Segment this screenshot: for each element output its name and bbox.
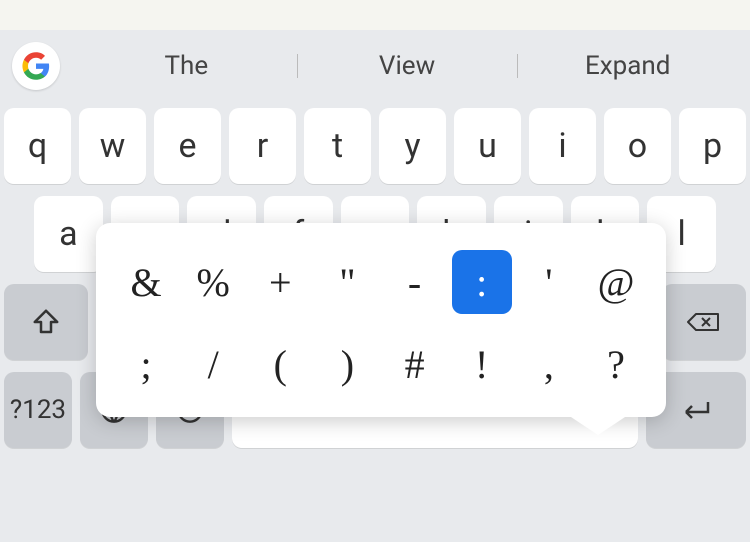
key-row-1: q w e r t y u i o p (4, 108, 746, 184)
popup-key-squote[interactable]: ' (519, 250, 579, 314)
suggestion-3[interactable]: Expand (517, 51, 738, 81)
key-u[interactable]: u (454, 108, 521, 184)
popup-key-semicolon[interactable]: ; (116, 332, 176, 396)
popup-key-question[interactable]: ? (586, 332, 646, 396)
popup-key-at[interactable]: @ (586, 250, 646, 314)
popup-key-dash[interactable]: - (385, 250, 445, 314)
key-e[interactable]: e (154, 108, 221, 184)
popup-key-bang[interactable]: ! (452, 332, 512, 396)
popup-key-comma[interactable]: , (519, 332, 579, 396)
suggestion-1[interactable]: The (76, 51, 297, 81)
popup-key-lparen[interactable]: ( (250, 332, 310, 396)
shift-icon (31, 307, 61, 337)
popup-key-dquote[interactable]: " (317, 250, 377, 314)
google-icon[interactable] (12, 42, 60, 90)
popup-row-2: ; / ( ) # ! , ? (116, 323, 646, 405)
popup-key-hash[interactable]: # (385, 332, 445, 396)
popup-row-1: & % + " - : ' @ (116, 241, 646, 323)
key-r[interactable]: r (229, 108, 296, 184)
key-i[interactable]: i (529, 108, 596, 184)
symbol-popup: & % + " - : ' @ ; / ( ) # ! , ? (96, 223, 666, 417)
popup-key-amp[interactable]: & (116, 250, 176, 314)
suggestion-2[interactable]: View (297, 51, 518, 81)
popup-key-slash[interactable]: / (183, 332, 243, 396)
key-w[interactable]: w (79, 108, 146, 184)
key-t[interactable]: t (304, 108, 371, 184)
key-p[interactable]: p (679, 108, 746, 184)
key-o[interactable]: o (604, 108, 671, 184)
popup-key-percent[interactable]: % (183, 250, 243, 314)
backspace-key[interactable] (662, 284, 746, 360)
symbols-key[interactable]: ?123 (4, 372, 72, 448)
popup-key-colon[interactable]: : (452, 250, 512, 314)
suggestion-bar: The View Expand (0, 30, 750, 102)
enter-icon (678, 398, 714, 422)
backspace-icon (686, 307, 722, 337)
popup-key-rparen[interactable]: ) (317, 332, 377, 396)
key-q[interactable]: q (4, 108, 71, 184)
popup-key-plus[interactable]: + (250, 250, 310, 314)
shift-key[interactable] (4, 284, 88, 360)
content-area-edge (0, 0, 750, 30)
key-a[interactable]: a (34, 196, 103, 272)
key-y[interactable]: y (379, 108, 446, 184)
